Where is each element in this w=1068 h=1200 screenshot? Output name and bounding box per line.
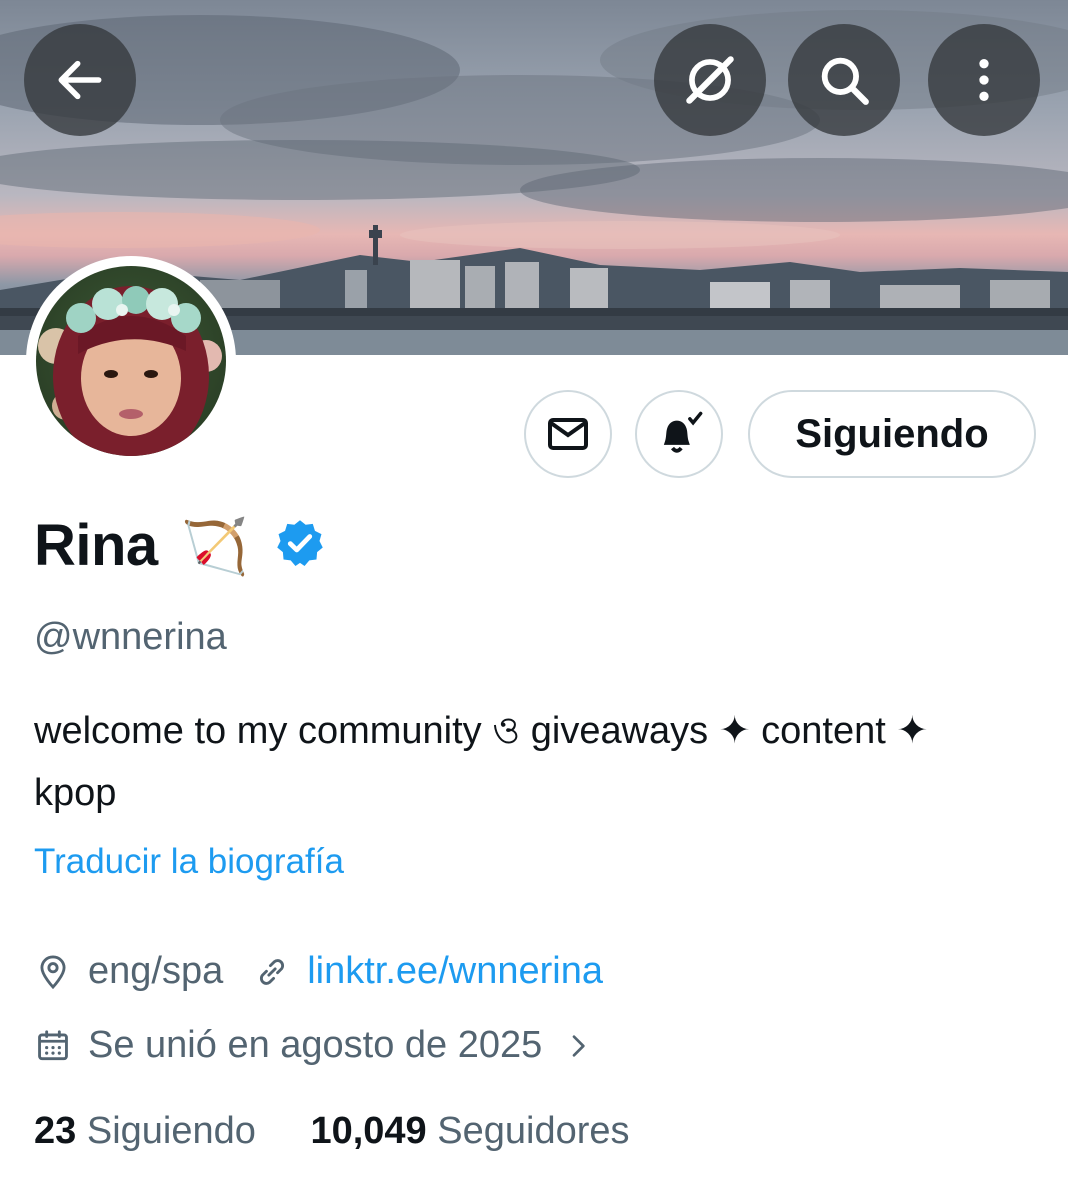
calendar-icon [38, 1029, 68, 1060]
grok-icon [686, 56, 734, 104]
more-vertical-icon [979, 59, 989, 101]
joined-row[interactable]: Se unió en agosto de 2025 [34, 1024, 594, 1067]
bell-check-icon [663, 411, 703, 453]
arrow-left-icon [58, 60, 102, 100]
link-icon [260, 958, 285, 985]
back-button[interactable] [24, 24, 136, 136]
avatar-photo [36, 266, 226, 456]
following-label: Siguiendo [86, 1110, 256, 1152]
verified-badge-icon[interactable] [274, 517, 326, 569]
joined-date: Se unió en agosto de 2025 [88, 1024, 543, 1066]
follow-stats: 23 Siguiendo 10,049 Seguidores [34, 1110, 630, 1153]
location-pin-icon [40, 955, 66, 989]
username-handle: @wnnerina [34, 616, 227, 658]
followers-count: 10,049 [310, 1110, 427, 1152]
bio: welcome to my community ও giveaways ✦ co… [34, 700, 1044, 824]
following-stat[interactable]: 23 Siguiendo [34, 1110, 266, 1152]
search-icon [821, 57, 869, 105]
following-button[interactable]: Siguiendo [748, 390, 1036, 478]
location-text: eng/spa [88, 950, 224, 992]
following-count: 23 [34, 1110, 77, 1152]
display-name-row: Rina 🏹 [34, 512, 326, 579]
grok-button[interactable] [654, 24, 766, 136]
avatar[interactable] [26, 256, 236, 466]
name-emoji: 🏹 [181, 517, 249, 577]
display-name: Rina [34, 513, 158, 578]
bio-line: kpop [34, 772, 117, 814]
notifications-button[interactable] [635, 390, 723, 478]
search-button[interactable] [788, 24, 900, 136]
bio-line: welcome to my community ও giveaways ✦ co… [34, 710, 929, 752]
chevron-right-icon [572, 1034, 585, 1057]
website-link[interactable]: linktr.ee/wnnerina [307, 950, 603, 993]
profile-meta-row: eng/spa linktr.ee/wnnerina [34, 950, 603, 993]
followers-label: Seguidores [437, 1110, 630, 1152]
followers-stat[interactable]: 10,049 Seguidores [310, 1110, 629, 1152]
envelope-icon [548, 418, 588, 450]
more-button[interactable] [928, 24, 1040, 136]
translate-bio-link[interactable]: Traducir la biografía [34, 842, 344, 882]
message-button[interactable] [524, 390, 612, 478]
